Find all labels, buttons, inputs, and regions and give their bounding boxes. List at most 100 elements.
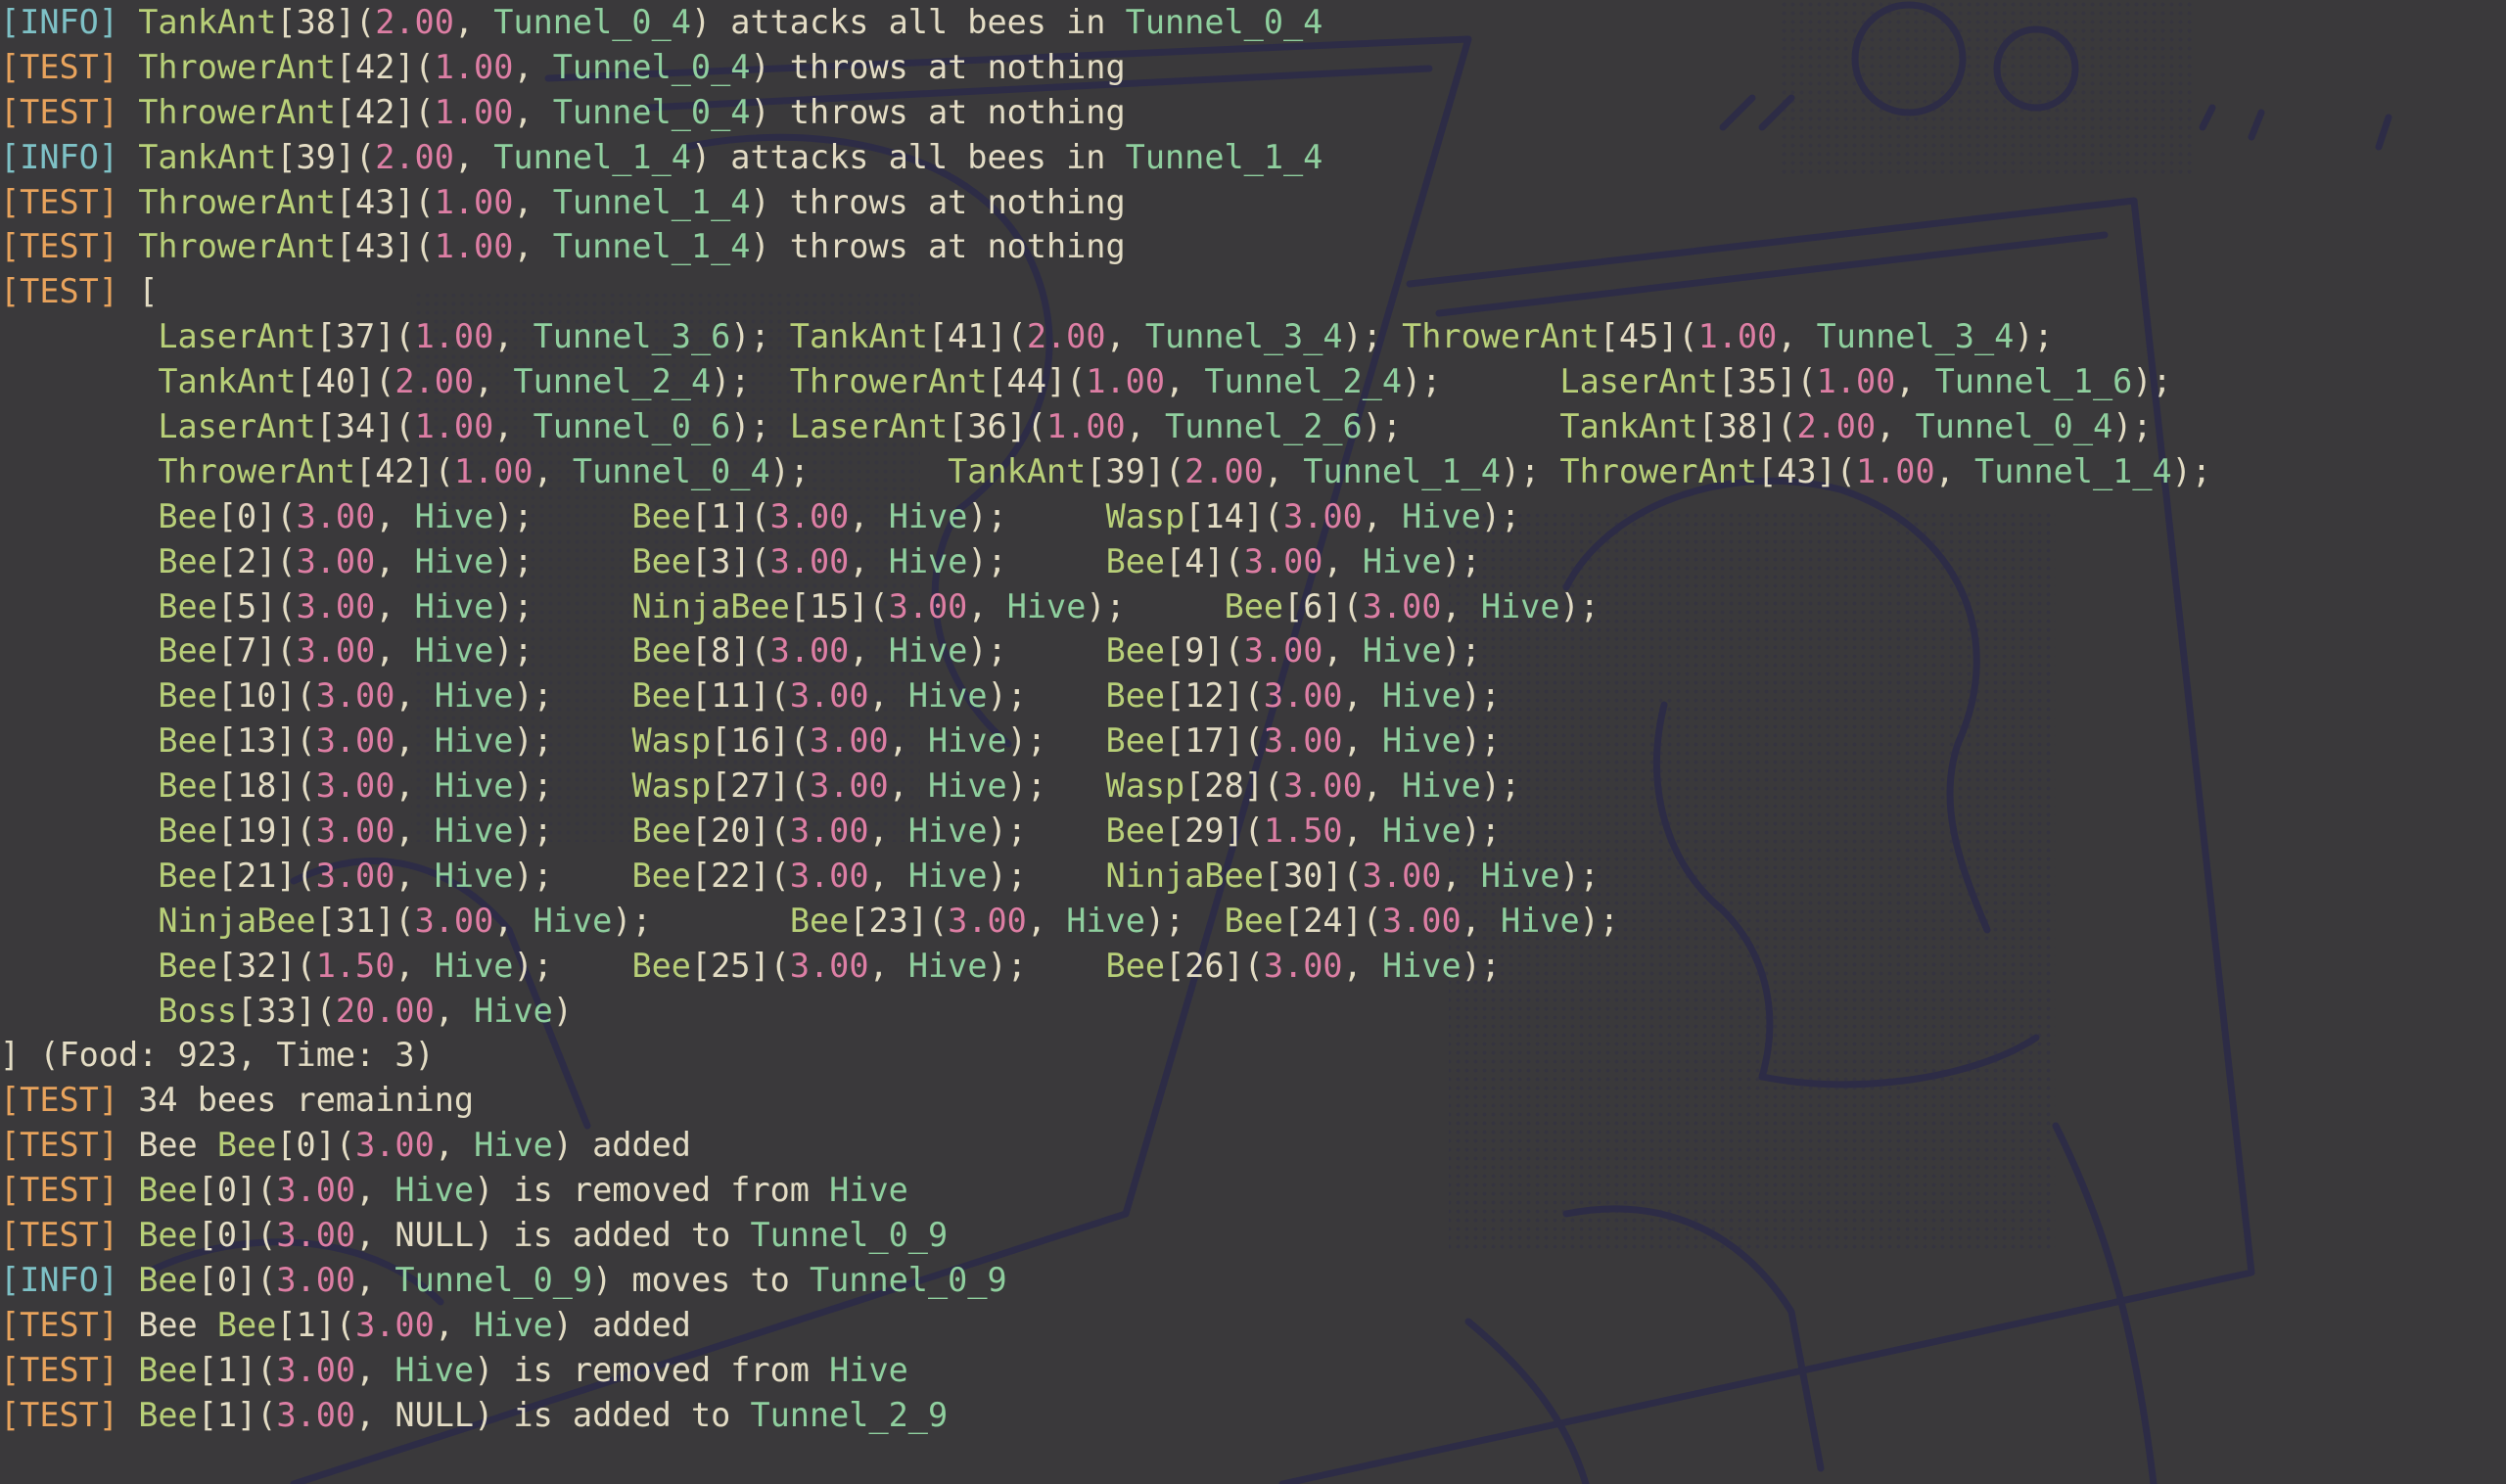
log-text: ); <box>1402 362 1560 401</box>
numeric-value: 1.00 <box>1816 362 1896 401</box>
log-text: [43]( <box>335 182 435 221</box>
numeric-value: 3.00 <box>315 812 395 851</box>
terminal-line: Bee[5](3.00, Hive); NinjaBee[15](3.00, H… <box>0 584 2211 629</box>
log-tag-test: [TEST] <box>0 1171 139 1210</box>
log-text: ); <box>987 856 1106 895</box>
log-text: ); <box>1559 586 1600 626</box>
log-text: , <box>1342 812 1382 851</box>
log-text: , <box>868 676 908 716</box>
object-class-name: Bee <box>631 946 691 985</box>
log-text: [16]( <box>711 721 810 761</box>
numeric-value: 2.00 <box>375 3 454 41</box>
log-text: [0]( <box>197 1216 277 1255</box>
log-text: [44]( <box>987 362 1087 401</box>
log-tag-info: [INFO] <box>0 1260 139 1299</box>
location-name: Hive <box>1066 901 1145 940</box>
log-text: , <box>375 541 415 580</box>
object-class-name: Bee <box>158 946 217 985</box>
log-text: [30]( <box>1263 856 1363 895</box>
object-class-name: Bee <box>158 631 217 671</box>
log-text: ); <box>493 631 632 671</box>
log-text: [18]( <box>216 766 316 806</box>
log-text: ); <box>1480 496 1521 535</box>
log-text: [0]( <box>197 1171 277 1210</box>
location-name: Hive <box>1362 631 1442 671</box>
terminal-line: LaserAnt[37](1.00, Tunnel_3_6); TankAnt[… <box>0 314 2211 359</box>
numeric-value: 1.50 <box>1263 812 1343 851</box>
location-name: Hive <box>394 1350 475 1389</box>
log-text: ); <box>513 946 632 985</box>
log-text: [39]( <box>276 137 376 176</box>
terminal-line: [TEST] Bee[1](3.00, NULL) is added to Tu… <box>0 1393 2211 1438</box>
log-text: ); <box>711 362 790 401</box>
object-class-name: TankAnt <box>1559 407 1698 446</box>
log-text: Bee <box>138 1126 217 1165</box>
object-class-name: Bee <box>158 856 217 895</box>
log-text: [8]( <box>690 631 770 671</box>
log-text: , <box>355 1171 395 1210</box>
numeric-value: 1.00 <box>453 451 534 490</box>
object-class-name: Bee <box>138 1216 198 1255</box>
object-class-name: Bee <box>138 1171 198 1210</box>
numeric-value: 1.00 <box>1697 317 1778 356</box>
location-name: Hive <box>434 856 514 895</box>
numeric-value: 3.00 <box>276 1395 356 1434</box>
log-text: [26]( <box>1165 946 1264 985</box>
object-class-name: ThrowerAnt <box>138 227 336 266</box>
log-text: ) is removed from <box>474 1350 830 1389</box>
log-text: [45]( <box>1599 317 1698 356</box>
log-text: , <box>868 812 908 851</box>
log-text: , <box>394 812 435 851</box>
log-text: [1]( <box>197 1395 277 1434</box>
log-text: [13]( <box>216 721 316 761</box>
object-class-name: Boss <box>158 991 238 1030</box>
location-name: Hive <box>1500 901 1580 940</box>
location-name: Hive <box>474 991 553 1030</box>
numeric-value: 3.00 <box>315 766 395 806</box>
log-text: , <box>434 1126 475 1165</box>
log-text: ); <box>1461 721 1501 761</box>
log-text: ); <box>967 541 1106 580</box>
log-text: , <box>453 137 494 176</box>
location-name: Tunnel_1_4 <box>552 182 751 221</box>
log-text: , <box>513 92 553 131</box>
log-text: [20]( <box>690 812 790 851</box>
log-text: ); <box>513 766 632 806</box>
log-text: ); <box>1441 541 1481 580</box>
numeric-value: 2.00 <box>375 137 454 176</box>
log-text: ); <box>2171 451 2211 490</box>
numeric-value: 3.00 <box>769 496 850 535</box>
numeric-value: 1.00 <box>414 317 494 356</box>
location-name: Hive <box>414 541 494 580</box>
numeric-value: 1.50 <box>315 946 395 985</box>
location-name: Hive <box>414 631 494 671</box>
log-text: [15]( <box>789 586 889 626</box>
log-text: , <box>868 946 908 985</box>
log-text: , <box>493 901 534 940</box>
location-name: Hive <box>907 812 988 851</box>
log-text: , NULL) is added to <box>355 1395 751 1434</box>
object-class-name: TankAnt <box>789 317 928 356</box>
numeric-value: 3.00 <box>355 1126 435 1165</box>
object-class-name: ThrowerAnt <box>158 451 356 490</box>
log-text: [34]( <box>315 407 415 446</box>
location-name: Hive <box>1362 541 1442 580</box>
location-name: Hive <box>434 676 514 716</box>
object-class-name: Bee <box>158 586 217 626</box>
numeric-value: 3.00 <box>296 586 376 626</box>
log-text: [28]( <box>1184 766 1284 806</box>
log-text: [25]( <box>690 946 790 985</box>
location-name: Hive <box>1402 766 1481 806</box>
log-text: ) is removed from <box>474 1171 830 1210</box>
object-class-name: Bee <box>158 812 217 851</box>
log-tag-test: [TEST] <box>0 1216 139 1255</box>
log-text: ) added <box>552 1126 691 1165</box>
log-text: [19]( <box>216 812 316 851</box>
log-text: , <box>1876 407 1916 446</box>
numeric-value: 3.00 <box>769 631 850 671</box>
object-class-name: Bee <box>1105 541 1166 580</box>
numeric-value: 3.00 <box>276 1350 356 1389</box>
log-text: ); <box>1006 766 1106 806</box>
